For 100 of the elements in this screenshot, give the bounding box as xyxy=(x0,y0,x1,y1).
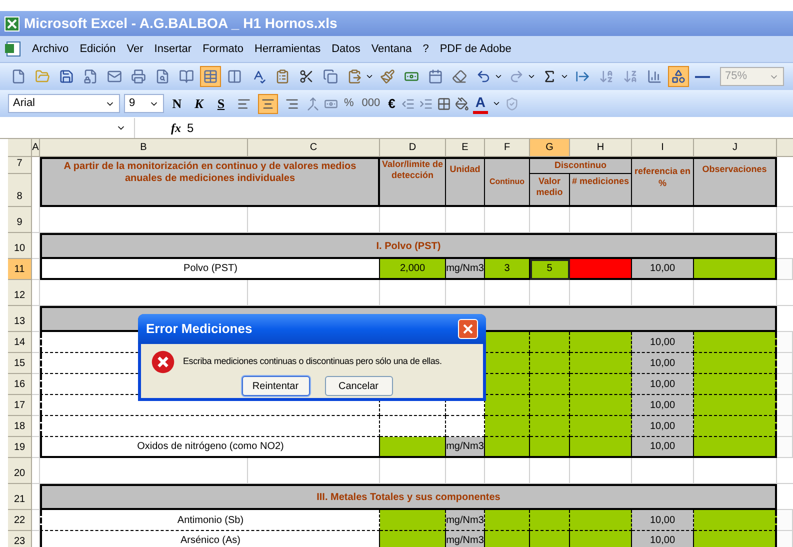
table-cell: Arsénico (As) xyxy=(40,531,380,547)
table-cell: 10,00 xyxy=(632,416,694,437)
column-header[interactable]: I xyxy=(632,139,694,157)
menu-item[interactable]: Ver xyxy=(126,40,144,58)
copy-icon xyxy=(323,69,338,84)
header-cell: Continuo xyxy=(485,157,530,207)
menu-item[interactable]: Formato xyxy=(202,40,245,58)
table-cell: 10,00 xyxy=(632,395,694,416)
print-preview-icon xyxy=(155,69,170,84)
close-button[interactable] xyxy=(458,319,478,339)
row-header[interactable]: 20 xyxy=(8,458,32,484)
table-cell: mg/Nm3 xyxy=(446,531,485,547)
undo-icon xyxy=(476,69,491,84)
section-title: I. Polvo (PST) xyxy=(376,240,441,254)
shapes-icon xyxy=(671,69,686,84)
row-header[interactable]: 15 xyxy=(8,353,32,374)
menu-item[interactable]: PDF de Adobe xyxy=(438,40,512,58)
caret-icon[interactable] xyxy=(494,72,503,81)
grid-cell xyxy=(570,280,632,306)
header-cell: Observaciones xyxy=(694,157,777,207)
indent-increase-icon[interactable] xyxy=(419,96,434,110)
table-cell: 10,00 xyxy=(632,510,694,531)
menu-item[interactable]: Edición xyxy=(78,40,117,58)
column-header[interactable]: D xyxy=(380,139,446,157)
row-header[interactable]: 7 xyxy=(8,157,32,174)
column-header[interactable]: C xyxy=(248,139,380,157)
style-button[interactable]: S xyxy=(212,94,230,114)
column-header[interactable]: A xyxy=(32,139,40,157)
menu-item[interactable]: Herramientas xyxy=(254,40,322,58)
number-format-button[interactable]: 000 xyxy=(360,94,382,114)
row-header[interactable]: 14 xyxy=(8,332,32,353)
caret-icon[interactable] xyxy=(560,72,569,81)
font-field[interactable]: Arial xyxy=(8,94,120,113)
row-header[interactable]: 22 xyxy=(8,510,32,531)
column-header[interactable]: H xyxy=(570,139,632,157)
table-cell xyxy=(380,416,446,437)
menu-item[interactable]: Datos xyxy=(330,40,362,58)
new-file-icon xyxy=(11,69,26,84)
merge-icon[interactable] xyxy=(306,96,320,110)
row-header[interactable]: 9 xyxy=(8,207,32,233)
menu-item[interactable]: Ventana xyxy=(370,40,413,58)
column-header[interactable]: G xyxy=(530,139,570,157)
header-cell: A partir de la monitorización en continuo y de valores medios anuales de mediciones individuales xyxy=(40,157,380,207)
row-header[interactable]: 10 xyxy=(8,233,32,259)
grid-cell xyxy=(446,458,485,484)
row-header[interactable]: 13 xyxy=(8,306,32,332)
table-cell: 10,00 xyxy=(632,332,694,353)
column-header[interactable]: B xyxy=(40,139,248,157)
row-header[interactable]: 8 xyxy=(8,174,32,207)
row-header[interactable]: 12 xyxy=(8,280,32,306)
fill-color-icon[interactable] xyxy=(455,96,470,110)
number-format-button[interactable]: € xyxy=(386,94,398,114)
menu-item[interactable]: Insertar xyxy=(153,40,193,58)
align-button[interactable] xyxy=(258,94,278,114)
font-size-field[interactable]: 9 xyxy=(124,94,164,113)
save-icon xyxy=(59,69,74,84)
font-color-button[interactable]: A xyxy=(473,94,488,114)
borders-icon[interactable] xyxy=(437,96,452,110)
row-header[interactable]: 23 xyxy=(8,531,32,547)
table-cell: Oxidos de nitrógeno (como NO2) xyxy=(40,437,380,458)
table-cell: 10,00 xyxy=(632,531,694,547)
menu-item[interactable]: Archivo xyxy=(31,40,70,58)
line-icon xyxy=(695,76,710,78)
grid-cell xyxy=(380,207,446,233)
style-button[interactable]: K xyxy=(190,94,208,114)
style-button[interactable]: N xyxy=(168,94,186,114)
column-header[interactable]: F xyxy=(485,139,530,157)
grid-cell xyxy=(777,416,793,437)
align-left-icon xyxy=(237,96,251,110)
function-label[interactable]: fx xyxy=(171,118,181,136)
table-cell: 5 xyxy=(530,259,570,280)
window-title: Microsoft Excel - A.G.BALBOA _ H1 Hornos.xls xyxy=(24,14,338,33)
column-header[interactable]: J xyxy=(694,139,777,157)
row-header[interactable]: 19 xyxy=(8,437,32,458)
row-header[interactable]: 18 xyxy=(8,416,32,437)
dialog-message: Escriba mediciones continuas o discontinuas pero sólo una de ellas. xyxy=(183,355,442,368)
caret-icon[interactable] xyxy=(365,72,374,81)
eraser-icon xyxy=(452,69,467,84)
row-header[interactable]: 21 xyxy=(8,484,32,510)
formula-field[interactable]: 5 xyxy=(187,118,194,136)
dialog-button[interactable]: Cancelar xyxy=(324,376,392,396)
row-header[interactable]: 11 xyxy=(8,259,32,280)
row-header[interactable]: 16 xyxy=(8,374,32,395)
caret-icon[interactable] xyxy=(492,99,500,108)
grid-cell xyxy=(530,207,570,233)
columns-icon xyxy=(227,69,242,84)
header-cell: Valor/limite de detección xyxy=(380,157,446,207)
table-cell: mg/Nm3 xyxy=(446,259,485,280)
number-format-button[interactable]: % xyxy=(342,94,356,114)
row-header[interactable]: 17 xyxy=(8,395,32,416)
table-cell xyxy=(446,416,485,437)
caret-icon[interactable] xyxy=(527,72,536,81)
grid-cell xyxy=(380,458,446,484)
column-header[interactable]: E xyxy=(446,139,485,157)
menu-item[interactable]: ? xyxy=(422,40,430,58)
grid-cell xyxy=(632,458,694,484)
paintbrush-icon xyxy=(380,69,395,84)
workbook-icon[interactable] xyxy=(4,41,22,57)
dialog-button[interactable]: Reintentar xyxy=(242,376,310,396)
indent-decrease-icon[interactable] xyxy=(401,96,416,110)
